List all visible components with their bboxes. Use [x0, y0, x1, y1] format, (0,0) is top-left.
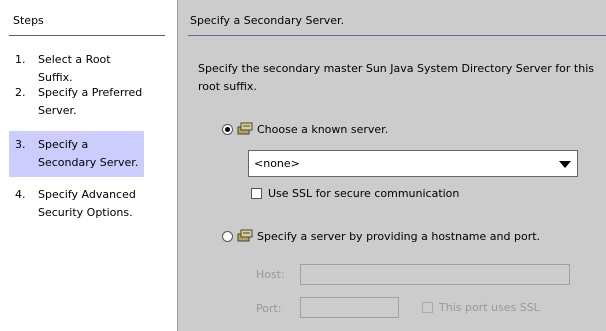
hostname-radio[interactable]: [222, 231, 233, 242]
host-input[interactable]: [300, 264, 570, 285]
ssl-checkbox-label[interactable]: Use SSL for secure communication: [268, 187, 459, 200]
ssl-checkbox[interactable]: [251, 188, 262, 199]
step-3-current[interactable]: 3. Specify a Secondary Server.: [9, 131, 144, 177]
step-2[interactable]: 2. Specify a Preferred Server.: [9, 84, 144, 120]
port-input[interactable]: [300, 297, 399, 318]
step-1[interactable]: 1. Select a Root Suffix.: [9, 51, 144, 84]
chevron-down-icon[interactable]: [559, 161, 571, 168]
host-label: Host:: [256, 268, 285, 281]
steps-header: Steps: [13, 14, 44, 27]
step-label: Specify a Secondary Server.: [38, 138, 139, 169]
title-divider: [188, 35, 606, 36]
step-label: Specify Advanced Security Options.: [38, 188, 136, 219]
step-4[interactable]: 4. Specify Advanced Security Options.: [9, 186, 144, 222]
server-icon: [237, 229, 253, 242]
known-server-dropdown[interactable]: <none>: [248, 150, 578, 177]
steps-divider: [9, 35, 165, 36]
known-server-radio[interactable]: [222, 124, 233, 135]
port-ssl-label[interactable]: This port uses SSL: [439, 301, 540, 314]
step-label: Specify a Preferred Server.: [38, 86, 143, 117]
known-server-label[interactable]: Choose a known server.: [257, 123, 388, 136]
page-title: Specify a Secondary Server.: [190, 14, 345, 27]
dropdown-value: <none>: [254, 157, 300, 170]
step-number: 2.: [15, 86, 26, 99]
step-number: 1.: [15, 53, 26, 66]
server-icon: [237, 122, 253, 135]
step-label: Select a Root Suffix.: [38, 53, 111, 84]
main-panel: Specify a Secondary Server. Specify the …: [178, 0, 606, 331]
hostname-label[interactable]: Specify a server by providing a hostname…: [257, 230, 540, 243]
description-text: Specify the secondary master Sun Java Sy…: [198, 62, 594, 93]
steps-panel: Steps 1. Select a Root Suffix. 2. Specif…: [0, 0, 177, 331]
port-ssl-checkbox[interactable]: [422, 302, 433, 313]
step-number: 4.: [15, 188, 26, 201]
port-label: Port:: [256, 302, 282, 315]
step-number: 3.: [15, 138, 26, 151]
